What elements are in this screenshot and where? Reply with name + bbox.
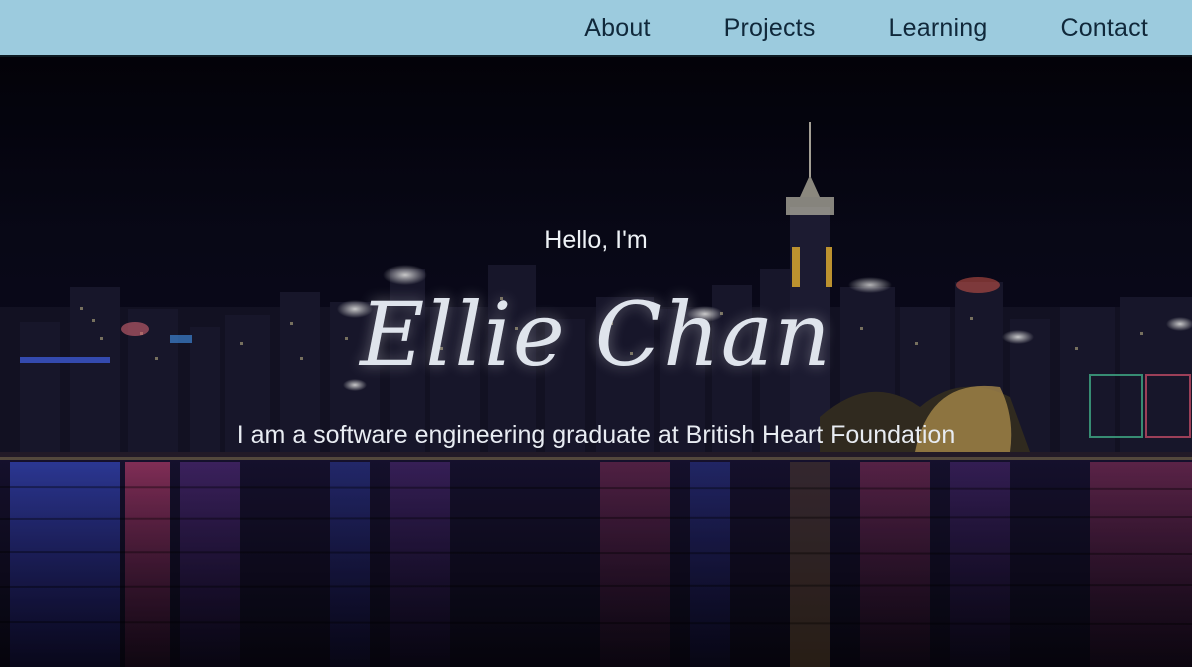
hero-section: Hello, I'm Ellie Chan I am a software en… [0, 57, 1192, 667]
hero-tagline: I am a software engineering graduate at … [236, 421, 956, 449]
nav-links: About Projects Learning Contact [584, 0, 1148, 57]
hero-name: Ellie Chan [360, 283, 832, 386]
nav-link-learning[interactable]: Learning [889, 14, 988, 42]
nav-link-about[interactable]: About [584, 14, 650, 42]
top-navbar: About Projects Learning Contact [0, 0, 1192, 57]
nav-link-projects[interactable]: Projects [724, 14, 816, 42]
nav-link-contact[interactable]: Contact [1060, 14, 1148, 42]
hero-greeting: Hello, I'm [544, 226, 648, 254]
